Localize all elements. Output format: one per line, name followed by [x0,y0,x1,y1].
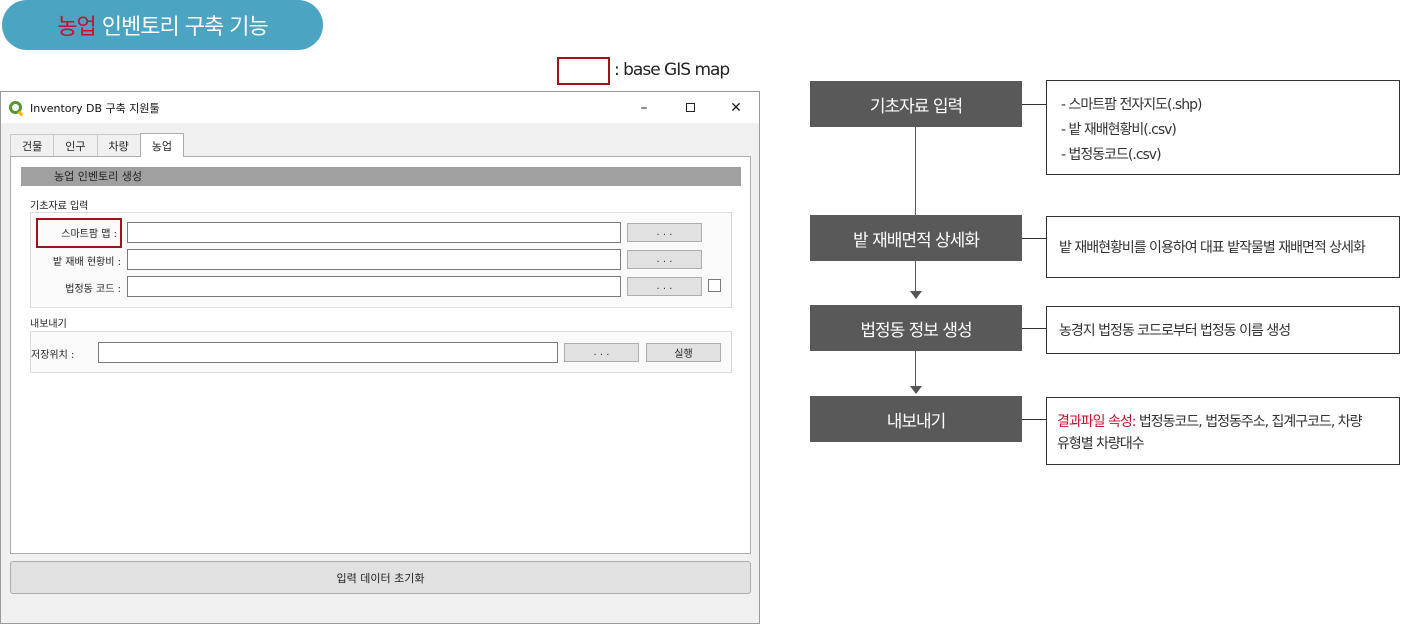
flow-link-1 [1022,104,1046,105]
smartfarm-map-label: 스마트팜 맵 : [36,218,122,248]
flow-step-detail: 밭 재배면적 상세화 [810,215,1022,261]
tab-building[interactable]: 건물 [10,134,55,157]
legend-swatch [557,57,610,85]
legal-dong-code-label: 법정동 코드 : [65,284,121,295]
flow-desc-input: - 스마트팜 전자지도(.shp) - 밭 재배현황비(.csv) - 법정동코… [1046,80,1400,175]
flow-link-2 [1022,238,1046,239]
legal-dong-code-input[interactable] [127,276,621,297]
save-location-input[interactable] [98,342,558,363]
flow-desc-export: 결과파일 속성: 법정동코드, 법정동주소, 집계구코드, 차량 유형별 차량대… [1046,397,1400,465]
flow-arrow-3 [910,386,922,394]
desc-line: - 밭 재배현황비(.csv) [1061,122,1177,138]
close-button[interactable]: ✕ [713,92,759,123]
flow-arrow-2 [910,291,922,299]
tab-agriculture[interactable]: 농업 [139,133,184,157]
reset-input-button[interactable]: 입력 데이터 초기화 [10,561,751,594]
qgis-icon [9,101,22,114]
desc-line: 결과파일 속성: 법정동코드, 법정동주소, 집계구코드, 차량 [1057,411,1399,433]
run-button[interactable]: 실행 [646,343,721,362]
section-title: 농업 인벤토리 생성 [21,167,741,186]
legal-dong-browse-button[interactable]: . . . [627,277,702,296]
desc-line: - 법정동코드(.csv) [1061,147,1162,163]
field-status-label: 밭 재배 현황비 : [52,257,121,268]
flow-step-input: 기초자료 입력 [810,81,1022,127]
flow-connector-3 [915,351,916,387]
desc-line: 농경지 법정동 코드로부터 법정동 이름 생성 [1059,323,1291,339]
legend-label: : base GIS map [614,60,730,80]
flow-step-dong: 법정동 정보 생성 [810,305,1022,351]
flow-desc-detail: 밭 재배현황비를 이용하여 대표 밭작물별 재배면적 상세화 [1046,216,1400,278]
window-controls: – ✕ [621,92,759,123]
input-group-label: 기초자료 입력 [30,201,89,212]
legal-dong-checkbox[interactable] [708,279,721,292]
minimize-button[interactable]: – [621,92,667,123]
window-title: Inventory DB 구축 지원툴 [30,101,160,115]
maximize-icon [685,103,695,112]
smartfarm-map-input[interactable] [127,222,621,243]
desc-rest: 법정동코드, 법정동주소, 집계구코드, 차량 [1135,414,1363,430]
heading-title: 인벤토리 구축 기능 [101,15,269,40]
desc-line: 밭 재배현황비를 이용하여 대표 밭작물별 재배면적 상세화 [1059,240,1366,256]
desc-accent: 결과파일 속성: [1057,414,1136,430]
field-status-input[interactable] [127,249,621,270]
save-browse-button[interactable]: . . . [564,343,639,362]
flow-connector-2 [915,261,916,293]
flow-step-export: 내보내기 [810,396,1022,442]
close-icon: ✕ [730,99,742,116]
tab-vehicle[interactable]: 차량 [96,134,141,157]
tab-population[interactable]: 인구 [53,134,98,157]
page-heading-pill: 농업 인벤토리 구축 기능 [2,0,323,50]
app-window: Inventory DB 구축 지원툴 – ✕ 건물 인구 차량 농업 농업 인… [0,91,760,624]
save-location-label: 저장위치 : [31,350,75,361]
flow-link-3 [1022,328,1046,329]
export-group-label: 내보내기 [30,319,67,330]
tab-bar: 건물 인구 차량 농업 [10,133,184,157]
smartfarm-browse-button[interactable]: . . . [627,223,702,242]
flow-desc-dong: 농경지 법정동 코드로부터 법정동 이름 생성 [1046,306,1400,354]
minimize-icon: – [640,99,648,116]
title-bar: Inventory DB 구축 지원툴 – ✕ [1,92,759,123]
flow-link-4 [1022,419,1046,420]
field-status-browse-button[interactable]: . . . [627,250,702,269]
tab-panel-agriculture: 농업 인벤토리 생성 기초자료 입력 스마트팜 맵 : . . . 밭 재배 현… [10,156,751,554]
flow-connector-1 [915,127,916,215]
desc-line: - 스마트팜 전자지도(.shp) [1061,97,1202,113]
desc-line: 유형별 차량대수 [1057,436,1145,452]
heading-accent: 농업 [57,15,96,40]
maximize-button[interactable] [667,92,713,123]
